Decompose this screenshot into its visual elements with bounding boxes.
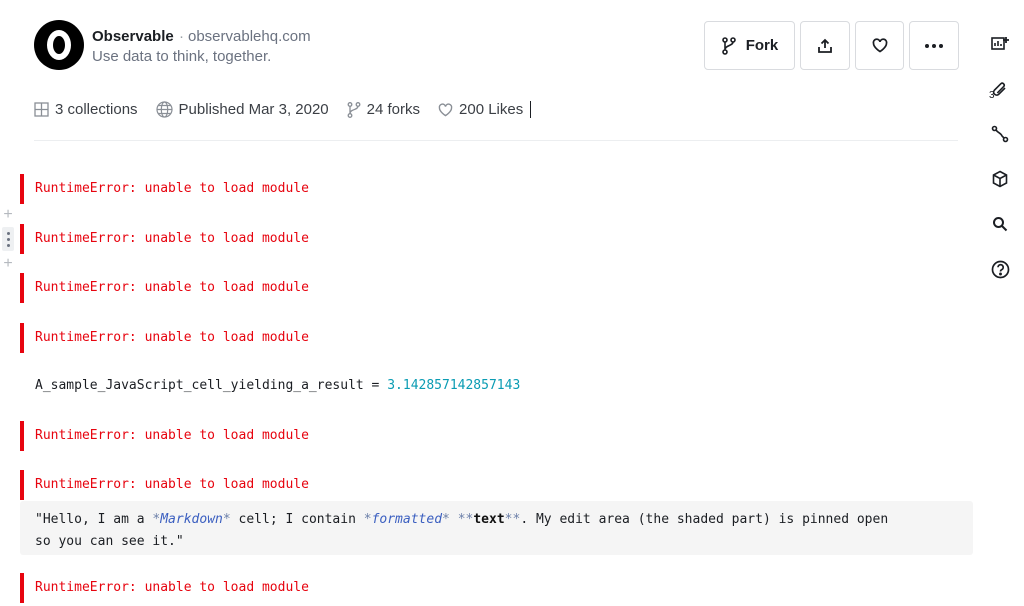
search-sidebar-button[interactable] [988,212,1012,236]
history-path-icon [991,125,1009,143]
text-cursor [530,101,532,118]
error-indicator [20,573,24,603]
error-cell[interactable]: RuntimeError: unable to load module [20,573,920,603]
md-markup: ** [504,512,521,527]
add-cell-below-icon[interactable]: + [2,256,14,272]
cell-assign-operator: = [363,378,388,393]
error-message: RuntimeError: unable to load module [35,231,309,246]
notebook-meta: 3 collections Published Mar 3, 2020 24 f… [34,101,549,118]
error-indicator [20,421,24,451]
cell-menu-handle[interactable] [2,227,14,251]
observable-logo[interactable] [34,20,84,70]
error-indicator [20,273,24,303]
forks-count: 24 forks [366,101,421,118]
error-message: RuntimeError: unable to load module [35,477,309,492]
md-markup: * [222,512,231,527]
fork-button[interactable]: Fork [704,21,795,70]
error-message: RuntimeError: unable to load module [35,580,309,595]
add-chart-icon [991,37,1009,50]
javascript-cell-output[interactable]: A_sample_JavaScript_cell_yielding_a_resu… [35,378,520,393]
heart-icon [872,38,887,53]
error-indicator [20,174,24,204]
error-cell[interactable]: RuntimeError: unable to load module [20,174,920,204]
error-message: RuntimeError: unable to load module [35,428,309,443]
brand-tagline: Use data to think, together. [92,48,272,65]
search-icon [993,217,1008,232]
error-cell[interactable]: RuntimeError: unable to load module [20,273,920,303]
collections-count: 3 collections [55,101,138,118]
error-message: RuntimeError: unable to load module [35,280,309,295]
error-cell[interactable]: RuntimeError: unable to load module [20,470,920,500]
published-info: Published Mar 3, 2020 [155,101,329,118]
more-dots-icon [925,43,943,48]
error-cell[interactable]: RuntimeError: unable to load module [20,421,920,451]
add-cell-above-icon[interactable]: + [2,207,14,223]
brand-separator: · [179,28,184,45]
heart-icon [438,102,453,116]
error-cell[interactable]: RuntimeError: unable to load module [20,224,920,254]
likes-link[interactable]: 200 Likes [438,101,532,118]
add-cell-sidebar-button[interactable] [988,32,1012,56]
md-text: cell; I contain [230,512,364,527]
collections-link[interactable]: 3 collections [34,101,138,118]
more-options-button[interactable] [909,21,959,70]
md-text: so you can see it." [35,534,184,549]
header-divider [34,140,958,141]
package-cube-icon [992,170,1008,188]
share-button[interactable] [800,21,850,70]
md-markup: * [442,512,450,527]
fork-icon [721,36,736,55]
error-indicator [20,470,24,500]
dependencies-sidebar-button[interactable] [988,167,1012,191]
md-emphasis: formatted [371,512,443,527]
like-button[interactable] [855,21,904,70]
collections-grid-icon [34,102,49,117]
md-text [450,512,458,527]
fork-button-label: Fork [745,37,779,54]
md-strong: text [473,512,505,527]
cell-variable-name: A_sample_JavaScript_cell_yielding_a_resu… [35,378,364,393]
brand-domain[interactable]: observablehq.com [188,28,311,45]
error-cell[interactable]: RuntimeError: unable to load module [20,323,920,353]
help-sidebar-button[interactable] [988,257,1012,281]
cell-number-value: 3.142857142857143 [387,378,521,393]
likes-count: 200 Likes [459,101,524,118]
brand-name[interactable]: Observable [92,28,174,45]
markdown-cell-editor[interactable]: "Hello, I am a *Markdown* cell; I contai… [20,501,973,555]
globe-icon [155,101,173,118]
history-sidebar-button[interactable] [988,122,1012,146]
fork-icon [347,101,361,118]
error-indicator [20,224,24,254]
error-message: RuntimeError: unable to load module [35,181,309,196]
attachments-count-badge: 3 [989,90,995,101]
forks-link[interactable]: 24 forks [347,101,420,118]
md-markup: * [363,512,372,527]
md-emphasis: Markdown [160,512,223,527]
help-question-icon [991,260,1009,278]
md-text: . My edit area (the shaded part) is pinn… [520,512,889,527]
share-icon [818,38,832,53]
md-markup: ** [457,512,474,527]
error-indicator [20,323,24,353]
published-date: Published Mar 3, 2020 [178,101,329,118]
error-message: RuntimeError: unable to load module [35,330,309,345]
md-text: "Hello, I am a [35,512,153,527]
